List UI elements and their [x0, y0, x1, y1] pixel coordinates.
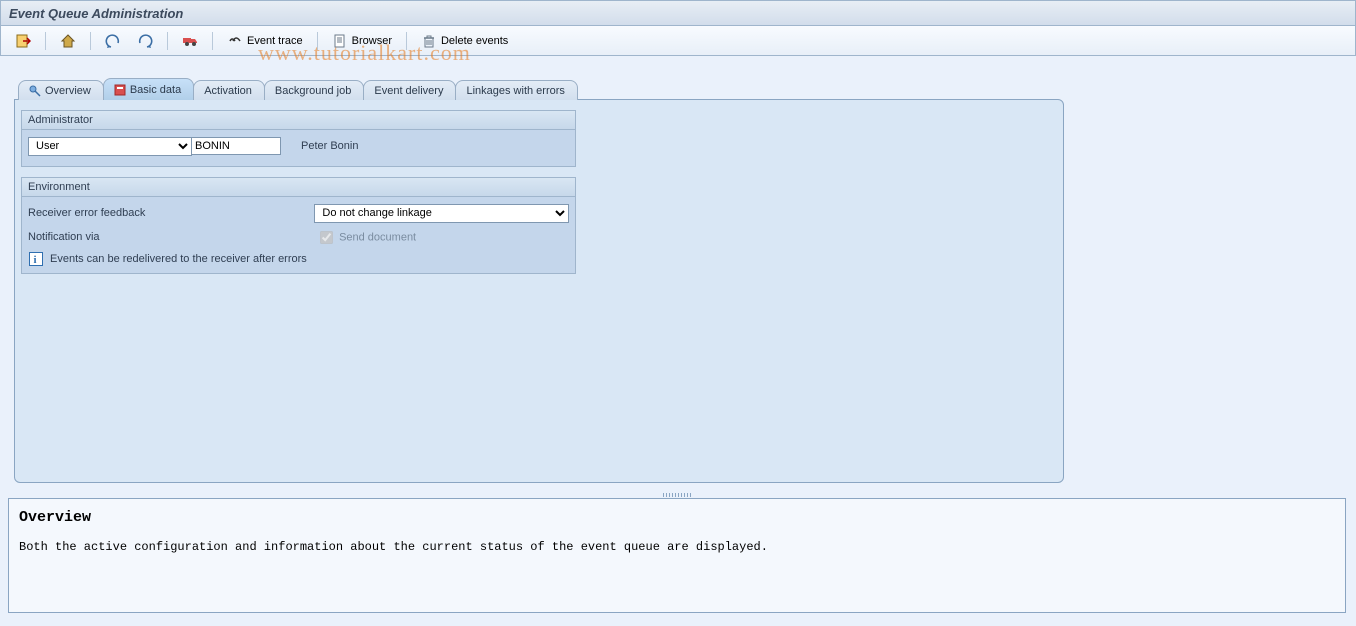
- info-icon: i: [28, 251, 44, 267]
- sound-icon: [227, 33, 243, 49]
- admin-type-select[interactable]: User: [28, 137, 192, 156]
- environment-group: Environment Receiver error feedback Do n…: [21, 177, 576, 274]
- toolbar: Event trace Browser Delete events: [0, 26, 1356, 56]
- tab-overview[interactable]: Overview: [18, 80, 104, 100]
- administrator-group-title: Administrator: [22, 111, 575, 130]
- trash-icon: [421, 33, 437, 49]
- home-icon: [60, 33, 76, 49]
- redo-button[interactable]: [131, 31, 159, 51]
- notify-label: Notification via: [28, 231, 316, 243]
- exit-button[interactable]: [9, 31, 37, 51]
- overview-body: Both the active configuration and inform…: [19, 540, 1335, 554]
- overview-pane: Overview Both the active configuration a…: [8, 498, 1346, 613]
- browser-button[interactable]: Browser: [326, 31, 398, 51]
- send-document-label: Send document: [339, 231, 416, 243]
- transport-button[interactable]: [176, 31, 204, 51]
- admin-user-name: Peter Bonin: [301, 140, 358, 152]
- delete-events-button[interactable]: Delete events: [415, 31, 514, 51]
- redo-icon: [137, 33, 153, 49]
- tab-basic-data[interactable]: Basic data: [103, 78, 194, 100]
- tab-activation[interactable]: Activation: [193, 80, 265, 100]
- environment-group-title: Environment: [22, 178, 575, 197]
- event-trace-label: Event trace: [247, 35, 303, 47]
- feedback-select[interactable]: Do not change linkage: [314, 204, 569, 223]
- undo-icon: [105, 33, 121, 49]
- delete-events-label: Delete events: [441, 35, 508, 47]
- exit-icon: [15, 33, 31, 49]
- splitter-grip-icon: [663, 493, 693, 497]
- browser-label: Browser: [352, 35, 392, 47]
- event-trace-button[interactable]: Event trace: [221, 31, 309, 51]
- document-icon: [332, 33, 348, 49]
- tab-strip: Overview Basic data Activation Backgroun…: [18, 78, 1356, 100]
- tab-linkages-errors-label: Linkages with errors: [466, 85, 564, 97]
- overview-heading: Overview: [19, 509, 1335, 526]
- administrator-group: Administrator User Peter Bonin: [21, 110, 576, 167]
- admin-user-input[interactable]: [191, 137, 281, 155]
- truck-icon: [182, 33, 198, 49]
- page-title: Event Queue Administration: [9, 6, 183, 21]
- tab-background-job[interactable]: Background job: [264, 80, 364, 100]
- info-text: Events can be redelivered to the receive…: [50, 253, 307, 265]
- tab-basic-data-label: Basic data: [130, 84, 181, 96]
- feedback-label: Receiver error feedback: [28, 207, 314, 219]
- tab-linkages-errors[interactable]: Linkages with errors: [455, 80, 577, 100]
- content-panel: Administrator User Peter Bonin Environme…: [14, 99, 1064, 483]
- tab-overview-label: Overview: [45, 85, 91, 97]
- tab-background-job-label: Background job: [275, 85, 351, 97]
- tab-event-delivery-label: Event delivery: [374, 85, 443, 97]
- basic-data-tab-icon: [114, 84, 126, 96]
- svg-text:i: i: [34, 254, 37, 266]
- home-button[interactable]: [54, 31, 82, 51]
- send-document-checkbox: Send document: [316, 228, 416, 247]
- title-bar: Event Queue Administration: [0, 0, 1356, 26]
- undo-button[interactable]: [99, 31, 127, 51]
- tab-event-delivery[interactable]: Event delivery: [363, 80, 456, 100]
- overview-tab-icon: [29, 85, 41, 97]
- tab-activation-label: Activation: [204, 85, 252, 97]
